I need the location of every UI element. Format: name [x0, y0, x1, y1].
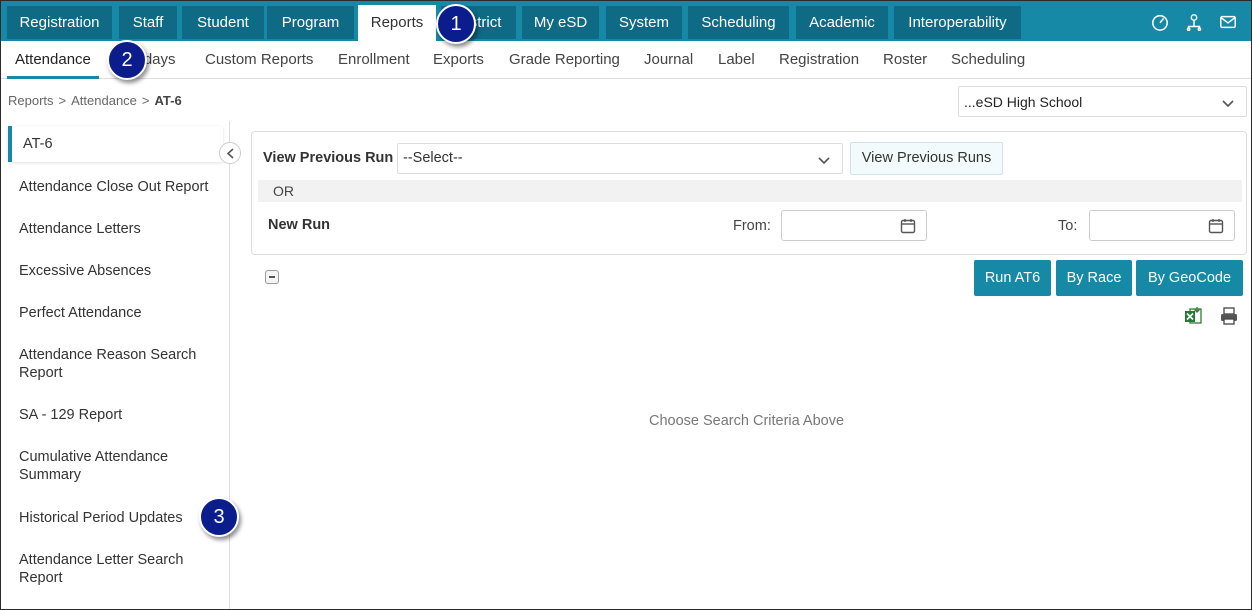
tab-system[interactable]: System	[606, 6, 682, 39]
school-select-value: ...eSD High School	[964, 94, 1083, 110]
subnav-exports[interactable]: Exports	[433, 41, 484, 79]
subnav-journal[interactable]: Journal	[644, 41, 693, 79]
chevron-down-icon	[818, 157, 830, 165]
report-sidebar: AT-6 Attendance Close Out Report Attenda…	[1, 121, 230, 609]
sidebar-item-sa129[interactable]: SA - 129 Report	[19, 406, 224, 424]
breadcrumb-reports[interactable]: Reports	[8, 93, 54, 108]
tab-scheduling[interactable]: Scheduling	[688, 6, 789, 39]
chevron-left-icon	[226, 148, 234, 159]
previous-run-select[interactable]: --Select--	[397, 143, 843, 174]
sidebar-item-cumulative[interactable]: Cumulative Attendance Summary	[19, 448, 189, 484]
user-tree-icon[interactable]	[1185, 13, 1203, 31]
tab-reports[interactable]: Reports	[358, 5, 436, 41]
collapse-panel-button[interactable]	[265, 270, 279, 284]
tab-registration[interactable]: Registration	[7, 6, 112, 39]
breadcrumb-separator: >	[58, 93, 67, 108]
school-select[interactable]: ...eSD High School	[958, 86, 1247, 117]
collapse-sidebar-button[interactable]	[219, 142, 241, 164]
chevron-down-icon	[1222, 100, 1234, 108]
from-date-input[interactable]	[781, 210, 927, 241]
subnav-scheduling[interactable]: Scheduling	[951, 41, 1025, 79]
breadcrumb-separator: >	[141, 93, 150, 108]
sidebar-item-excessive-absences[interactable]: Excessive Absences	[19, 262, 224, 280]
sidebar-item-at6[interactable]: AT-6	[8, 126, 223, 162]
sidebar-item-close-out[interactable]: Attendance Close Out Report	[19, 178, 224, 196]
calendar-icon[interactable]	[1208, 218, 1224, 234]
subnav-attendance[interactable]: Attendance	[7, 41, 99, 79]
breadcrumb: Reports > Attendance > AT-6	[8, 93, 182, 108]
subnav-custom-reports[interactable]: Custom Reports	[205, 41, 313, 79]
to-date-input[interactable]	[1089, 210, 1235, 241]
sub-nav: Attendance Birthdays Custom Reports Enro…	[1, 41, 1251, 79]
dashboard-icon[interactable]	[1151, 13, 1169, 31]
empty-state-message: Choose Search Criteria Above	[649, 413, 845, 429]
tab-academic[interactable]: Academic	[796, 6, 888, 39]
tab-my-esd[interactable]: My eSD	[522, 6, 599, 39]
sidebar-item-perfect-attendance[interactable]: Perfect Attendance	[19, 304, 224, 322]
by-race-button[interactable]: By Race	[1056, 260, 1132, 296]
subnav-grade-reporting[interactable]: Grade Reporting	[509, 41, 620, 79]
app-frame: Registration Staff Student Program Repor…	[0, 0, 1252, 610]
excel-export-icon[interactable]	[1183, 306, 1203, 326]
mail-icon[interactable]	[1219, 13, 1237, 31]
tab-student[interactable]: Student	[182, 6, 264, 39]
or-divider: OR	[258, 180, 1242, 202]
subnav-roster[interactable]: Roster	[883, 41, 927, 79]
breadcrumb-attendance[interactable]: Attendance	[71, 93, 137, 108]
run-options-panel: View Previous Run --Select-- View Previo…	[251, 131, 1247, 255]
sidebar-item-letters[interactable]: Attendance Letters	[19, 220, 224, 238]
run-at6-button[interactable]: Run AT6	[974, 260, 1051, 296]
view-previous-run-label: View Previous Run	[263, 150, 394, 166]
from-label: From:	[733, 218, 771, 234]
subnav-label[interactable]: Label	[718, 41, 755, 79]
sidebar-item-reason-search[interactable]: Attendance Reason Search Report	[19, 346, 209, 382]
tab-interoperability[interactable]: Interoperability	[894, 6, 1021, 39]
callout-marker-2: 2	[107, 40, 147, 80]
top-icons	[1151, 13, 1237, 31]
top-nav: Registration Staff Student Program Repor…	[1, 1, 1251, 41]
by-geocode-button[interactable]: By GeoCode	[1136, 260, 1243, 296]
sidebar-item-letter-search[interactable]: Attendance Letter Search Report	[19, 551, 199, 587]
breadcrumb-current: AT-6	[154, 93, 182, 108]
tab-program[interactable]: Program	[267, 6, 354, 39]
view-previous-runs-button[interactable]: View Previous Runs	[850, 142, 1003, 175]
new-run-label: New Run	[268, 217, 331, 233]
tab-staff[interactable]: Staff	[119, 6, 177, 39]
calendar-icon[interactable]	[900, 218, 916, 234]
subnav-registration[interactable]: Registration	[779, 41, 859, 79]
previous-run-select-value: --Select--	[403, 150, 463, 166]
to-label: To:	[1058, 218, 1078, 234]
callout-marker-1: 1	[436, 4, 476, 44]
callout-marker-3: 3	[199, 497, 239, 537]
subnav-enrollment[interactable]: Enrollment	[338, 41, 410, 79]
print-icon[interactable]	[1219, 306, 1239, 326]
sidebar-item-historical-period[interactable]: Historical Period Updates	[19, 509, 224, 527]
